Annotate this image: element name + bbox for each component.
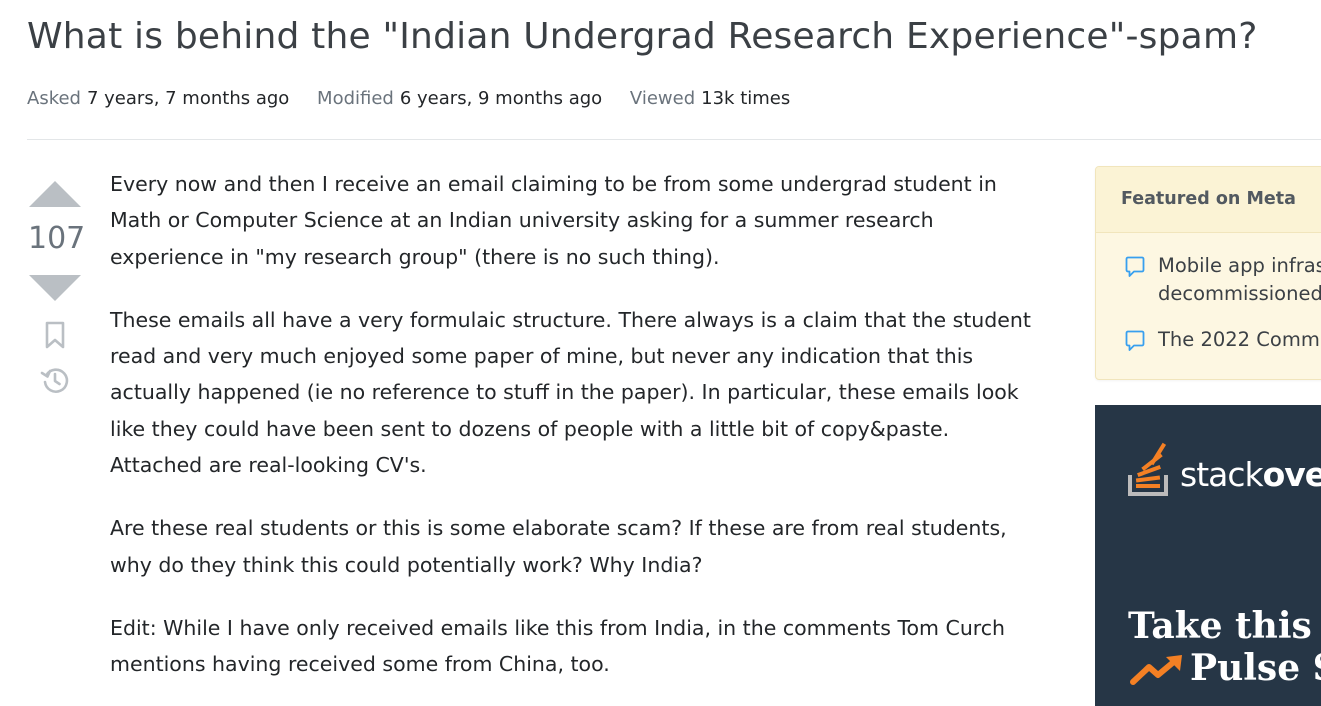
viewed-label: Viewed: [629, 88, 696, 109]
question-stats: Asked 7 years, 7 months ago Modified 6 yea…: [27, 86, 812, 112]
asked-label: Asked: [27, 88, 81, 109]
ad-headline-line2: Pulse S: [1190, 647, 1321, 689]
modified-value[interactable]: 6 years, 9 months ago: [400, 88, 602, 109]
vote-count: 107: [28, 221, 86, 256]
bookmark-icon: [45, 321, 65, 349]
body-paragraph: Edit: While I have only received emails …: [110, 615, 1006, 677]
featured-item[interactable]: The 2022 Commu: [1096, 326, 1321, 354]
featured-header: Featured on Meta: [1096, 167, 1321, 233]
upvote-button[interactable]: [28, 178, 82, 212]
body-paragraph: Are these real students or this is some …: [110, 516, 1007, 577]
modified-label: Modified: [317, 88, 394, 109]
trend-arrow-icon: [1130, 655, 1182, 685]
body-paragraph: These emails all have a very formulaic s…: [110, 307, 1031, 478]
viewed-value: 13k times: [701, 88, 791, 109]
question-body: Every now and then I receive an email cl…: [110, 166, 1040, 706]
body-paragraph: Every now and then I receive an email cl…: [110, 172, 997, 269]
bookmark-button[interactable]: [43, 320, 67, 350]
ad-logo-text: stackover: [1180, 455, 1321, 494]
stack-overflow-logo-icon: [1128, 442, 1168, 496]
sidebar-ad[interactable]: stackover Take this r Pulse S: [1095, 405, 1321, 706]
triangle-up-icon: [29, 181, 81, 207]
history-icon: [40, 368, 69, 393]
ad-logo: stackover: [1127, 441, 1321, 501]
featured-item-line1: Mobile app infrast: [1158, 254, 1321, 277]
featured-on-meta: Featured on Meta Mobile app infrast deco…: [1095, 166, 1321, 380]
history-button[interactable]: [39, 364, 71, 396]
speech-bubble-icon: [1125, 330, 1145, 351]
featured-item-line2: decommissioned: [1158, 282, 1321, 305]
ad-headline-line1: Take this r: [1128, 605, 1321, 647]
question-page: What is behind the "Indian Undergrad Res…: [0, 0, 1321, 706]
question-title[interactable]: What is behind the "Indian Undergrad Res…: [27, 14, 1258, 61]
vote-controls: 107: [28, 178, 86, 396]
modified-stat: Modified 6 years, 9 months ago: [317, 88, 608, 109]
featured-item-line1: The 2022 Commu: [1158, 328, 1321, 351]
triangle-down-icon: [29, 275, 81, 301]
header-divider: [27, 139, 1321, 140]
viewed-stat: Viewed 13k times: [630, 88, 790, 109]
asked-stat: Asked 7 years, 7 months ago: [27, 88, 295, 109]
ad-headline-line2-wrap: Pulse S: [1128, 647, 1321, 689]
featured-item[interactable]: Mobile app infrast decommissioned: [1096, 252, 1321, 308]
asked-value[interactable]: 7 years, 7 months ago: [87, 88, 289, 109]
downvote-button[interactable]: [28, 270, 82, 304]
ad-headline: Take this r Pulse S: [1128, 605, 1321, 689]
speech-bubble-icon: [1125, 256, 1145, 277]
